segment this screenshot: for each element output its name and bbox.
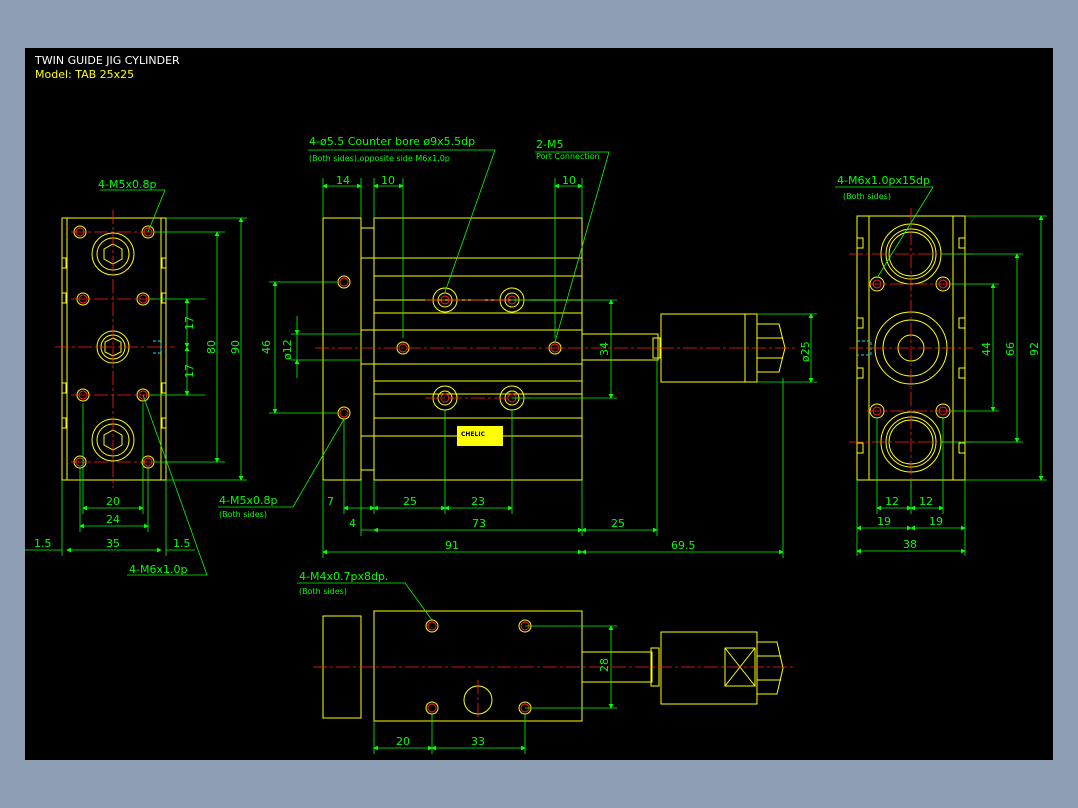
front-view: CHELIC 14 10 10 46 ø12 34 ø25 7 25 23 4 … bbox=[218, 135, 817, 558]
left-end-view: 17 17 80 90 20 24 35 1.5 1.5 4-M5x0.8p 4… bbox=[25, 178, 247, 576]
dim-left-1-5-right: 1.5 bbox=[173, 537, 191, 550]
dim-front-dia25: ø25 bbox=[799, 341, 812, 362]
piston-rod bbox=[581, 333, 659, 361]
note-bottom-m4: 4-M4x0.7px8dp. bbox=[299, 570, 388, 583]
bottom-rod-end bbox=[660, 631, 758, 705]
dim-left-24: 24 bbox=[106, 513, 120, 526]
note-bottom-m4-sub: (Both sides) bbox=[299, 587, 347, 596]
drawing-title: TWIN GUIDE JIG CYLINDER bbox=[34, 54, 180, 67]
dim-left-17-bottom: 17 bbox=[183, 364, 196, 378]
dim-left-1-5-left: 1.5 bbox=[34, 537, 52, 550]
dim-left-17-top: 17 bbox=[183, 316, 196, 330]
dim-bottom-28: 28 bbox=[598, 658, 611, 672]
note-left-m5: 4-M5x0.8p bbox=[98, 178, 156, 191]
dim-right-66: 66 bbox=[1004, 342, 1017, 356]
dim-front-46: 46 bbox=[260, 340, 273, 354]
left-view-outline bbox=[61, 217, 167, 481]
dim-right-12-right: 12 bbox=[919, 495, 933, 508]
dim-front-25-b: 25 bbox=[611, 517, 625, 530]
dim-bottom-20: 20 bbox=[396, 735, 410, 748]
dim-right-19-right: 19 bbox=[929, 515, 943, 528]
dim-front-73: 73 bbox=[472, 517, 486, 530]
dim-front-25-a: 25 bbox=[403, 495, 417, 508]
dim-front-7: 7 bbox=[327, 495, 334, 508]
note-front-counterbore: 4-ø5.5 Counter bore ø9x5.5dp bbox=[309, 135, 475, 148]
dim-front-10-left: 10 bbox=[381, 174, 395, 187]
dim-front-69-5: 69.5 bbox=[671, 539, 696, 552]
dim-left-90: 90 bbox=[229, 340, 242, 354]
svg-text:CHELIC: CHELIC bbox=[461, 431, 486, 438]
dim-right-19-left: 19 bbox=[877, 515, 891, 528]
note-front-port: 2-M5 bbox=[536, 138, 563, 151]
dim-front-91: 91 bbox=[445, 539, 459, 552]
dim-right-38: 38 bbox=[903, 538, 917, 551]
cad-viewport[interactable]: TWIN GUIDE JIG CYLINDER Model: TAB 25x25 bbox=[25, 48, 1053, 760]
right-tapped-holes bbox=[869, 276, 951, 419]
dim-front-34: 34 bbox=[598, 342, 611, 356]
note-right-m6: 4-M6x1.0px15dp bbox=[837, 174, 930, 187]
dim-front-23: 23 bbox=[471, 495, 485, 508]
dim-front-10-right: 10 bbox=[562, 174, 576, 187]
note-front-side: 4-M5x0.8p bbox=[219, 494, 277, 507]
model-label: Model: TAB 25x25 bbox=[35, 68, 134, 81]
right-end-view: 44 66 92 12 12 19 19 38 4-M6x1.0px15dp (… bbox=[835, 174, 1047, 556]
note-front-side-sub: (Both sides) bbox=[219, 510, 267, 519]
note-front-port-sub: Port Connection bbox=[536, 152, 600, 161]
bottom-view: 28 20 33 4-M4x0.7px8dp. (Both sides) bbox=[297, 570, 793, 754]
dim-front-14: 14 bbox=[336, 174, 350, 187]
dim-left-20: 20 bbox=[106, 495, 120, 508]
dim-right-92: 92 bbox=[1028, 342, 1041, 356]
dim-front-4: 4 bbox=[349, 517, 356, 530]
dim-right-12-left: 12 bbox=[885, 495, 899, 508]
chelic-logo: CHELIC bbox=[457, 426, 503, 446]
note-left-m6: 4-M6x1.0p bbox=[129, 563, 187, 576]
dim-left-80: 80 bbox=[205, 340, 218, 354]
dim-left-35: 35 bbox=[106, 537, 120, 550]
dim-bottom-33: 33 bbox=[471, 735, 485, 748]
front-counterbores bbox=[432, 287, 525, 411]
technical-drawing: TWIN GUIDE JIG CYLINDER Model: TAB 25x25 bbox=[25, 54, 1047, 754]
dim-front-dia12: ø12 bbox=[281, 339, 294, 360]
front-plate bbox=[322, 217, 362, 481]
note-right-m6-sub: (Both sides) bbox=[843, 192, 891, 201]
note-front-counterbore-sub: (Both sides),opposite side M6x1.0p bbox=[309, 154, 450, 163]
dim-right-44: 44 bbox=[980, 342, 993, 356]
